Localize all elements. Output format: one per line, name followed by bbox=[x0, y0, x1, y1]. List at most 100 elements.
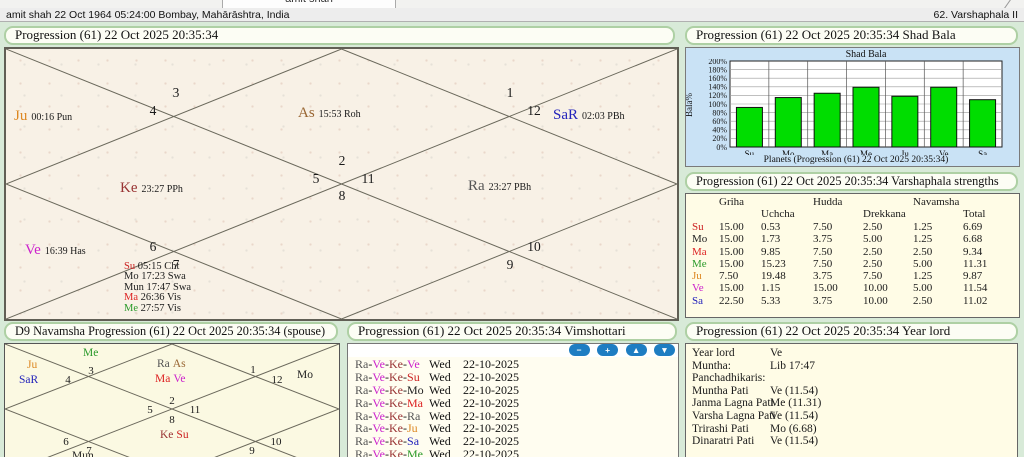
dasha-planet: Ve bbox=[372, 421, 385, 435]
house-number: 3 bbox=[173, 85, 180, 100]
planet-abbr: Ma bbox=[155, 373, 170, 385]
y-tick-label: 60% bbox=[712, 117, 727, 126]
tab-strip: amit shah bbox=[0, 0, 1024, 8]
house-number: 9 bbox=[507, 257, 514, 272]
dasha-row[interactable]: Ra-Ve-Ke-RaWed22-10-2025 bbox=[348, 409, 678, 422]
column-header: Total bbox=[963, 208, 985, 220]
planet-abbr: Ve bbox=[25, 242, 41, 258]
dasha-rows: Ra-Ve-Ke-VeWed22-10-2025Ra-Ve-Ke-SuWed22… bbox=[348, 357, 678, 457]
strength-value: 1.15 bbox=[761, 282, 780, 294]
column-header: Griha bbox=[719, 196, 744, 208]
d9-group-bottom-left-lower: Mun bbox=[72, 450, 97, 457]
house-number: 10 bbox=[527, 239, 541, 254]
dasha-row[interactable]: Ra-Ve-Ke-MaWed22-10-2025 bbox=[348, 396, 678, 409]
planet-stack: Su 05:15 Cht Mo 17:23 Swa Mun 17:47 Swa … bbox=[124, 262, 191, 314]
dasha-row[interactable]: Ra-Ve-Ke-JuWed22-10-2025 bbox=[348, 421, 678, 434]
d9-group-bottom-center: KeSu bbox=[160, 429, 192, 441]
zoom-in-button[interactable]: + bbox=[597, 344, 618, 356]
scroll-down-button[interactable]: ▼ bbox=[654, 344, 675, 356]
main-chart[interactable]: 3 4 1 12 2 5 11 8 6 7 10 9 Ju 00:16 Pun … bbox=[4, 47, 679, 321]
y-tick-label: 40% bbox=[712, 126, 727, 135]
birth-data-text: amit shah 22 Oct 1964 05:24:00 Bombay, M… bbox=[6, 9, 289, 21]
yearlord-label: Muntha Pati bbox=[692, 385, 749, 397]
house-number: 11 bbox=[190, 404, 201, 416]
yearlord-row: Panchadhikaris: bbox=[686, 372, 1017, 385]
planet-abbr: Mun bbox=[72, 450, 94, 457]
d9-group-right: Mo bbox=[297, 369, 316, 381]
dasha-planet: Ve bbox=[372, 383, 385, 397]
scroll-up-button[interactable]: ▲ bbox=[626, 344, 647, 356]
planet-abbr: Ma bbox=[124, 292, 138, 303]
house-number: 12 bbox=[527, 103, 541, 118]
strength-value: 1.25 bbox=[913, 221, 932, 233]
yearlord-value: Mo (6.68) bbox=[770, 423, 817, 435]
planet-abbr: Su bbox=[176, 429, 188, 441]
house-number: 3 bbox=[88, 365, 94, 377]
yearlord-label: Year lord bbox=[692, 347, 735, 359]
dasha-row[interactable]: Ra-Ve-Ke-SaWed22-10-2025 bbox=[348, 434, 678, 447]
planet-detail: 26:36 Vis bbox=[141, 292, 181, 303]
dasha-planet: Ve bbox=[372, 396, 385, 410]
planet-detail: 17:23 Swa bbox=[141, 271, 186, 282]
dasha-date: 22-10-2025 bbox=[463, 383, 519, 397]
strength-value: 7.50 bbox=[813, 258, 832, 270]
strength-value: 1.25 bbox=[913, 233, 932, 245]
bar-Ma bbox=[814, 93, 840, 147]
app-window: amit shah amit shah 22 Oct 1964 05:24:00… bbox=[0, 0, 1024, 457]
planet-abbr: Mo bbox=[297, 369, 313, 381]
dasha-date: 22-10-2025 bbox=[463, 396, 519, 410]
dasha-planet: Ra bbox=[407, 409, 420, 423]
house-number: 4 bbox=[150, 103, 157, 118]
dasha-planet: Ke bbox=[389, 421, 403, 435]
strength-value: 15.00 bbox=[719, 258, 744, 270]
dasha-planet: Ke bbox=[389, 409, 403, 423]
strength-value: 11.02 bbox=[963, 295, 987, 307]
vimshottari-toolbar: − + ▲ ▼ bbox=[348, 344, 678, 357]
dasha-planet: Ke bbox=[389, 370, 403, 384]
strengths-panel: Progression (61) 22 Oct 2025 20:35:34 Va… bbox=[685, 172, 1018, 318]
dasha-planet: Ve bbox=[372, 370, 385, 384]
planet-abbr: Me bbox=[83, 347, 98, 359]
dasha-row[interactable]: Ra-Ve-Ke-SuWed22-10-2025 bbox=[348, 370, 678, 383]
strength-value: 10.00 bbox=[863, 282, 888, 294]
planet-abbr: SaR bbox=[19, 374, 38, 386]
column-header: Drekkana bbox=[863, 208, 906, 220]
dasha-planet: Ve bbox=[372, 434, 385, 448]
yearlord-label: Janma Lagna Pati bbox=[692, 397, 774, 409]
strengths-rows: Su15.000.537.502.501.256.69Mo15.001.733.… bbox=[686, 221, 1019, 307]
strength-value: 9.85 bbox=[761, 246, 780, 258]
y-tick-label: 120% bbox=[708, 91, 727, 100]
dasha-row[interactable]: Ra-Ve-Ke-MeWed22-10-2025 bbox=[348, 447, 678, 457]
d9-panel: D9 Navamsha Progression (61) 22 Oct 2025… bbox=[4, 322, 338, 457]
planet-detail: 23:27 PPh bbox=[142, 184, 183, 195]
dasha-row[interactable]: Ra-Ve-Ke-MoWed22-10-2025 bbox=[348, 383, 678, 396]
planet-detail: 00:16 Pun bbox=[31, 112, 72, 123]
dasha-day: Wed bbox=[429, 447, 463, 457]
d9-group-left-lower: SaR bbox=[19, 374, 41, 386]
chart-tab[interactable]: amit shah bbox=[222, 0, 396, 8]
zoom-out-button[interactable]: − bbox=[569, 344, 590, 356]
strength-value: 2.50 bbox=[913, 295, 932, 307]
strength-row: Ma15.009.857.502.502.509.34 bbox=[686, 246, 1019, 258]
bar-Me bbox=[853, 87, 879, 147]
house-number: 6 bbox=[150, 239, 157, 254]
d9-group-center-upper: RaAs bbox=[157, 358, 189, 370]
strength-value: 7.50 bbox=[719, 270, 738, 282]
planet-abbr: SaR bbox=[553, 107, 578, 123]
y-tick-label: 160% bbox=[708, 74, 727, 83]
strength-value: 6.69 bbox=[963, 221, 982, 233]
bar-chart: 0%20%40%60%80%100%120%140%160%180%200%Su… bbox=[686, 59, 1019, 155]
house-number: 10 bbox=[271, 436, 283, 448]
shadbala-title: Progression (61) 22 Oct 2025 20:35:34 Sh… bbox=[685, 26, 1018, 45]
shadbala-chart[interactable]: Shad Bala Bala% 0%20%40%60%80%100%120%14… bbox=[685, 47, 1020, 167]
y-tick-label: 20% bbox=[712, 134, 727, 143]
dasha-planet: Mo bbox=[407, 383, 424, 397]
strength-value: 0.53 bbox=[761, 221, 780, 233]
yearlord-label: Trirashi Pati bbox=[692, 423, 749, 435]
strength-value: 15.00 bbox=[719, 246, 744, 258]
dasha-planet: Ra bbox=[355, 447, 368, 457]
planet-abbr: Ke bbox=[120, 180, 138, 196]
dasha-planet: Sa bbox=[407, 434, 419, 448]
d9-chart[interactable]: 3 4 1 12 2 5 11 8 6 7 10 9 MeJuSaRRaAsMa… bbox=[4, 343, 340, 457]
planet-abbr: Ke bbox=[160, 429, 173, 441]
